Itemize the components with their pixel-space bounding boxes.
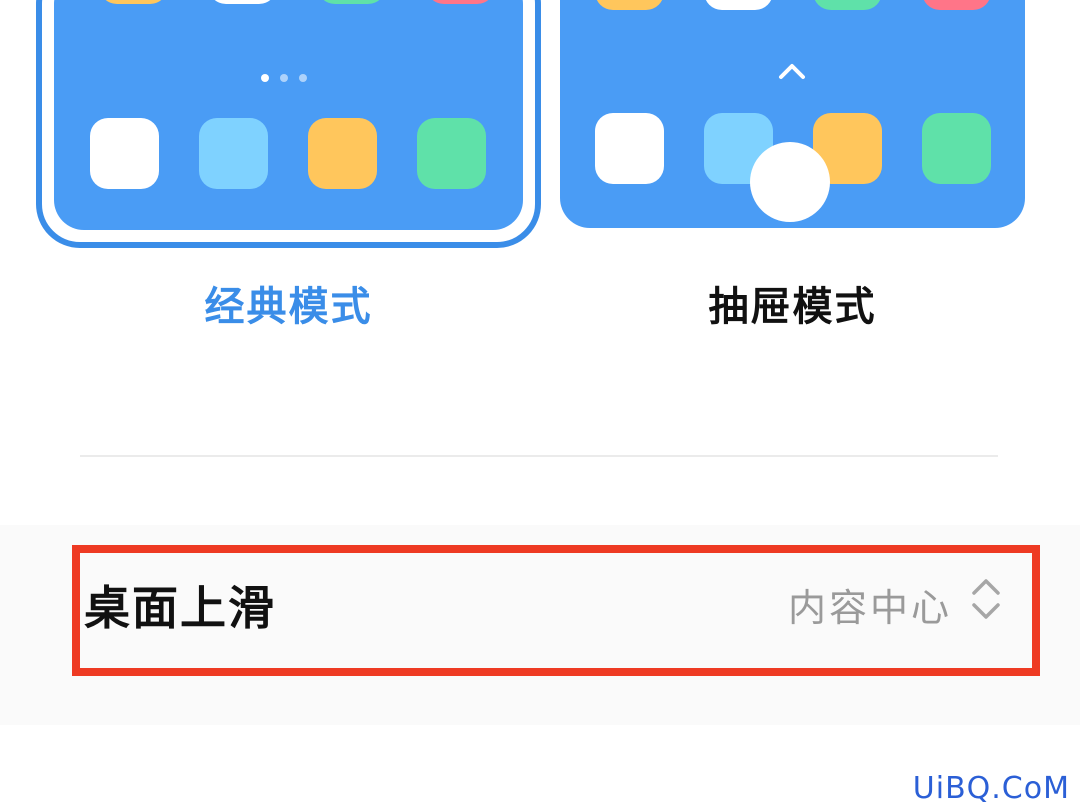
app-icon xyxy=(595,0,664,10)
app-icon xyxy=(208,0,277,4)
app-icon xyxy=(317,0,386,4)
divider xyxy=(80,455,998,457)
classic-mode-card[interactable] xyxy=(36,0,541,248)
dock-app-icon xyxy=(90,118,159,189)
page-dot xyxy=(261,74,269,82)
dock-app-icon xyxy=(922,113,991,184)
dock-app-icon xyxy=(199,118,268,189)
dock-app-icon xyxy=(595,113,664,184)
classic-mode-preview xyxy=(54,0,523,230)
highlight-annotation-box xyxy=(72,545,1040,676)
chevron-up-icon xyxy=(779,64,805,79)
app-icon xyxy=(99,0,168,4)
dock-app-icon xyxy=(417,118,486,189)
app-icon xyxy=(704,0,773,10)
dock-app-icon xyxy=(308,118,377,189)
drawer-mode-label[interactable]: 抽屉模式 xyxy=(560,274,1025,332)
app-icon xyxy=(922,0,991,10)
watermark: UiBQ.CoM xyxy=(912,771,1070,806)
page-indicator xyxy=(261,74,307,82)
drawer-mode-card[interactable] xyxy=(560,0,1025,228)
launcher-settings-page: 经典模式 抽屉模式 桌面上滑 内容中心 UiBQ.CoM xyxy=(0,0,1080,810)
classic-mode-label[interactable]: 经典模式 xyxy=(36,274,541,332)
page-dot xyxy=(280,74,288,82)
swipe-circle-icon xyxy=(750,142,830,222)
app-icon xyxy=(426,0,495,4)
page-dot xyxy=(299,74,307,82)
app-icon xyxy=(813,0,882,10)
